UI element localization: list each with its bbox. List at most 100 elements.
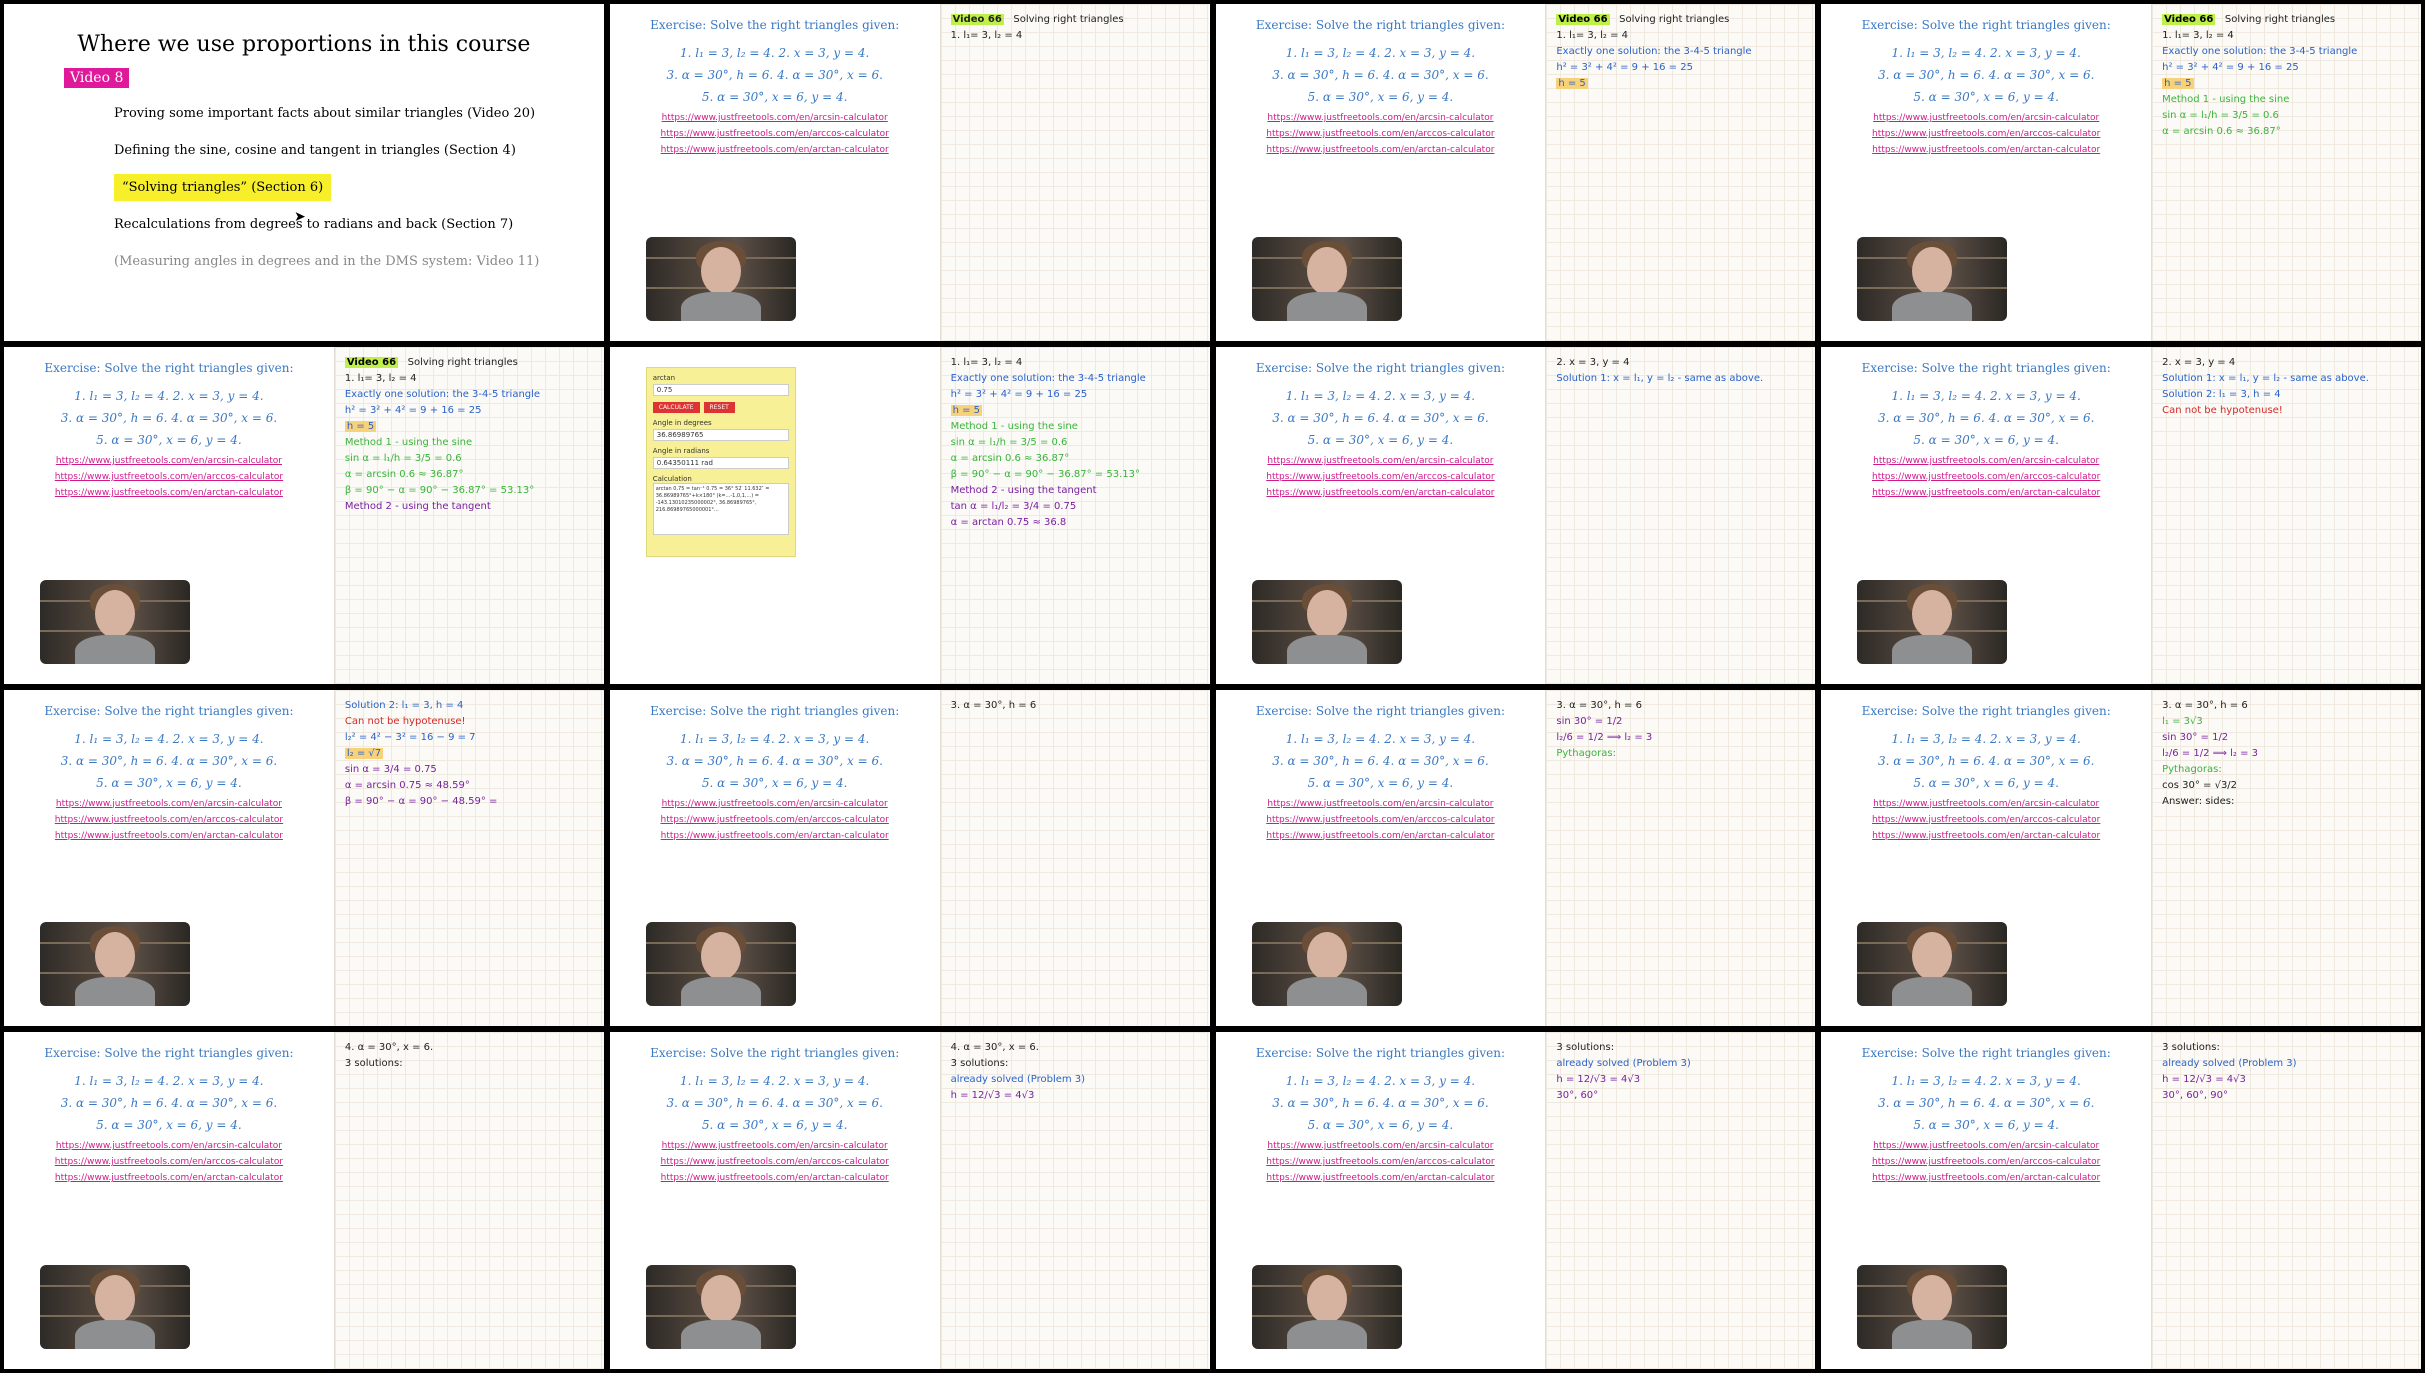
exercise-title: Exercise: Solve the right triangles give…: [1255, 18, 1505, 32]
frame-exercise[interactable]: Exercise: Solve the right triangles give…: [609, 1032, 1210, 1369]
exercise-line: 3. α = 30°, h = 6. 4. α = 30°, x = 6.: [666, 1096, 883, 1111]
notes-panel: 3. α = 30°, h = 6: [939, 689, 1210, 1027]
arctan-link[interactable]: https://www.justfreetools.com/en/arctan-…: [1821, 828, 2151, 844]
exercise-line: 5. α = 30°, x = 6, y = 4.: [701, 1118, 848, 1133]
arccos-link[interactable]: https://www.justfreetools.com/en/arccos-…: [1821, 126, 2151, 142]
exercise-panel: Exercise: Solve the right triangles give…: [1821, 4, 2152, 341]
arccos-link[interactable]: https://www.justfreetools.com/en/arccos-…: [4, 812, 334, 828]
arcsin-link[interactable]: https://www.justfreetools.com/en/arcsin-…: [1821, 1138, 2151, 1154]
frame-exercise[interactable]: Exercise: Solve the right triangles give…: [609, 689, 1210, 1027]
frame-exercise[interactable]: Exercise: Solve the right triangles give…: [1215, 689, 1816, 1027]
calculate-button[interactable]: CALCULATE: [652, 401, 700, 413]
webcam-video: [645, 922, 796, 1007]
webcam-video: [1251, 579, 1402, 664]
arctan-link[interactable]: https://www.justfreetools.com/en/arctan-…: [610, 828, 940, 844]
frame-intro[interactable]: Where we use proportions in this course …: [4, 4, 604, 341]
frame-exercise[interactable]: Exercise: Solve the right triangles give…: [4, 689, 604, 1027]
arctan-link[interactable]: https://www.justfreetools.com/en/arctan-…: [1216, 142, 1546, 158]
frame-exercise[interactable]: Exercise: Solve the right triangles give…: [1821, 346, 2421, 684]
webcam-video: [1251, 1265, 1402, 1349]
handwritten-notes: Video 66 Solving right triangles 1. l₁= …: [1556, 14, 1752, 89]
exercise-line: 3. α = 30°, h = 6. 4. α = 30°, x = 6.: [60, 1096, 278, 1111]
exercise-list: 1. l₁ = 3, l₂ = 4. 2. x = 3, y = 4. 3. α …: [1216, 42, 1546, 108]
arccos-link[interactable]: https://www.justfreetools.com/en/arccos-…: [610, 126, 940, 142]
frame-exercise[interactable]: Exercise: Solve the right triangles give…: [1215, 4, 1816, 341]
calculator-links: https://www.justfreetools.com/en/arcsin-…: [1216, 1138, 1546, 1186]
frame-exercise[interactable]: Exercise: Solve the right triangles give…: [1821, 689, 2421, 1027]
exercise-title: Exercise: Solve the right triangles give…: [1861, 18, 2111, 32]
reset-button[interactable]: RESET: [703, 401, 735, 413]
frame-exercise[interactable]: Exercise: Solve the right triangles give…: [609, 4, 1210, 341]
arctan-link[interactable]: https://www.justfreetools.com/en/arctan-…: [1216, 1170, 1546, 1186]
exercise-panel: Exercise: Solve the right triangles give…: [1215, 689, 1546, 1027]
arctan-input[interactable]: 0.75: [652, 383, 789, 396]
arcsin-link[interactable]: https://www.justfreetools.com/en/arcsin-…: [4, 453, 334, 469]
arcsin-link[interactable]: https://www.justfreetools.com/en/arcsin-…: [610, 1138, 940, 1154]
arctan-link[interactable]: https://www.justfreetools.com/en/arctan-…: [1821, 1170, 2151, 1186]
arccos-link[interactable]: https://www.justfreetools.com/en/arccos-…: [1821, 469, 2151, 485]
notes-panel: 3. α = 30°, h = 6 l₁ = 3√3 sin 30° = 1/2…: [2151, 689, 2421, 1027]
calculator-links: https://www.justfreetools.com/en/arcsin-…: [610, 110, 940, 158]
arctan-link[interactable]: https://www.justfreetools.com/en/arctan-…: [1821, 485, 2151, 501]
arccos-link[interactable]: https://www.justfreetools.com/en/arccos-…: [1821, 812, 2151, 828]
exercise-line: 5. α = 30°, x = 6, y = 4.: [1913, 775, 2059, 790]
notes-panel: 1. l₁= 3, l₂ = 4 Exactly one solution: t…: [939, 346, 1210, 684]
arccos-link[interactable]: https://www.justfreetools.com/en/arccos-…: [1216, 469, 1546, 485]
arcsin-link[interactable]: https://www.justfreetools.com/en/arcsin-…: [4, 796, 334, 812]
arcsin-link[interactable]: https://www.justfreetools.com/en/arcsin-…: [4, 1138, 334, 1154]
arctan-link[interactable]: https://www.justfreetools.com/en/arctan-…: [1821, 142, 2151, 158]
arcsin-link[interactable]: https://www.justfreetools.com/en/arcsin-…: [1216, 796, 1546, 812]
exercise-list: 1. l₁ = 3, l₂ = 4. 2. x = 3, y = 4. 3. α …: [610, 728, 940, 794]
frame-exercise[interactable]: Exercise: Solve the right triangles give…: [4, 346, 604, 684]
arccos-link[interactable]: https://www.justfreetools.com/en/arccos-…: [1216, 126, 1546, 142]
arcsin-link[interactable]: https://www.justfreetools.com/en/arcsin-…: [1216, 1138, 1546, 1154]
exercise-line: 3. α = 30°, h = 6. 4. α = 30°, x = 6.: [1272, 753, 1489, 768]
exercise-list: 1. l₁ = 3, l₂ = 4. 2. x = 3, y = 4. 3. α …: [1821, 1070, 2151, 1136]
arctan-link[interactable]: https://www.justfreetools.com/en/arctan-…: [610, 1170, 940, 1186]
arccos-link[interactable]: https://www.justfreetools.com/en/arccos-…: [610, 812, 940, 828]
exercise-list: 1. l₁ = 3, l₂ = 4. 2. x = 3, y = 4. 3. α …: [1821, 728, 2151, 794]
arctan-link[interactable]: https://www.justfreetools.com/en/arctan-…: [4, 828, 334, 844]
arcsin-link[interactable]: https://www.justfreetools.com/en/arcsin-…: [1216, 453, 1546, 469]
arccos-link[interactable]: https://www.justfreetools.com/en/arccos-…: [610, 1154, 940, 1170]
frame-exercise[interactable]: Exercise: Solve the right triangles give…: [4, 1032, 604, 1369]
video-badge: Video 8: [64, 68, 130, 88]
arcsin-link[interactable]: https://www.justfreetools.com/en/arcsin-…: [1821, 453, 2151, 469]
frame-exercise[interactable]: Exercise: Solve the right triangles give…: [1821, 4, 2421, 341]
exercise-line: 3. α = 30°, h = 6. 4. α = 30°, x = 6.: [1272, 410, 1489, 425]
exercise-line: 3. α = 30°, h = 6. 4. α = 30°, x = 6.: [666, 68, 883, 82]
frame-calculator[interactable]: arctan 0.75 CALCULATE RESET Angle in degr…: [609, 346, 1210, 684]
arccos-link[interactable]: https://www.justfreetools.com/en/arccos-…: [1216, 1154, 1546, 1170]
handwritten-notes: Video 66 Solving right triangles 1. l₁= …: [344, 356, 541, 512]
arctan-link[interactable]: https://www.justfreetools.com/en/arctan-…: [1216, 828, 1546, 844]
arctan-link[interactable]: https://www.justfreetools.com/en/arctan-…: [1216, 485, 1546, 501]
arccos-link[interactable]: https://www.justfreetools.com/en/arccos-…: [4, 469, 334, 485]
calculator-links: https://www.justfreetools.com/en/arcsin-…: [1821, 110, 2151, 158]
arccos-link[interactable]: https://www.justfreetools.com/en/arccos-…: [1216, 812, 1546, 828]
exercise-line: 1. l₁ = 3, l₂ = 4. 2. x = 3, y = 4.: [74, 1074, 264, 1089]
handwritten-notes: 1. l₁= 3, l₂ = 4 Exactly one solution: t…: [950, 356, 1146, 528]
exercise-line: 3. α = 30°, h = 6. 4. α = 30°, x = 6.: [1272, 68, 1489, 82]
handwritten-notes: Video 66 Solving right triangles 1. l₁= …: [2162, 14, 2358, 137]
arcsin-link[interactable]: https://www.justfreetools.com/en/arcsin-…: [1216, 110, 1546, 126]
arcsin-link[interactable]: https://www.justfreetools.com/en/arcsin-…: [610, 796, 940, 812]
exercise-line: 1. l₁ = 3, l₂ = 4. 2. x = 3, y = 4.: [1891, 46, 2081, 60]
calculator-links: https://www.justfreetools.com/en/arcsin-…: [1216, 453, 1546, 501]
arctan-link[interactable]: https://www.justfreetools.com/en/arctan-…: [610, 142, 940, 158]
frame-exercise[interactable]: Exercise: Solve the right triangles give…: [1215, 346, 1816, 684]
arctan-link[interactable]: https://www.justfreetools.com/en/arctan-…: [4, 485, 334, 501]
exercise-line: 1. l₁ = 3, l₂ = 4. 2. x = 3, y = 4.: [1285, 1074, 1476, 1089]
frame-exercise[interactable]: Exercise: Solve the right triangles give…: [1215, 1032, 1816, 1369]
arcsin-link[interactable]: https://www.justfreetools.com/en/arcsin-…: [1821, 796, 2151, 812]
arccos-link[interactable]: https://www.justfreetools.com/en/arccos-…: [4, 1154, 334, 1170]
calculator-label: arctan: [652, 373, 676, 382]
arccos-link[interactable]: https://www.justfreetools.com/en/arccos-…: [1821, 1154, 2151, 1170]
exercise-panel: Exercise: Solve the right triangles give…: [609, 689, 940, 1027]
exercise-title: Exercise: Solve the right triangles give…: [1255, 360, 1505, 375]
arctan-link[interactable]: https://www.justfreetools.com/en/arctan-…: [4, 1170, 334, 1186]
frame-exercise[interactable]: Exercise: Solve the right triangles give…: [1821, 1032, 2421, 1369]
calculator-links: https://www.justfreetools.com/en/arcsin-…: [4, 1138, 334, 1186]
arcsin-link[interactable]: https://www.justfreetools.com/en/arcsin-…: [610, 110, 940, 126]
exercise-list: 1. l₁ = 3, l₂ = 4. 2. x = 3, y = 4. 3. α …: [1216, 1070, 1546, 1136]
arcsin-link[interactable]: https://www.justfreetools.com/en/arcsin-…: [1821, 110, 2151, 126]
